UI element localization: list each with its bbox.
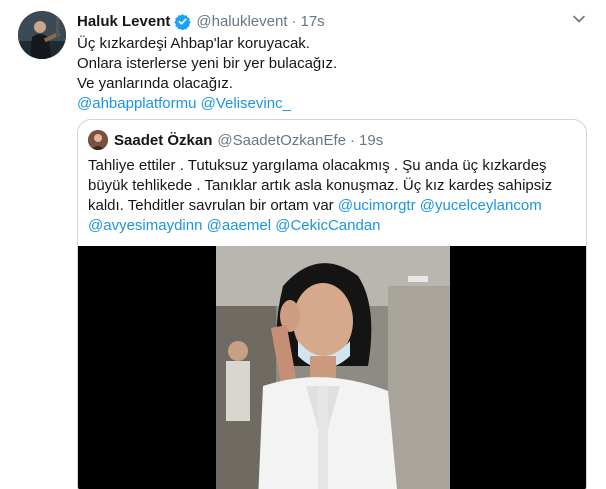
- mention-link[interactable]: @avyesimaydinn: [88, 217, 202, 234]
- quoted-line: Tahliye ettiler . Tutuksuz yargılama ola…: [88, 157, 547, 174]
- video-player[interactable]: [78, 246, 586, 489]
- quoted-tweet[interactable]: Saadet Özkan @SaadetOzkanEfe · 19s Tahli…: [77, 119, 587, 489]
- mention-link[interactable]: @Velisevinc_: [201, 95, 291, 112]
- mention-link[interactable]: @CekicCandan: [275, 217, 380, 234]
- quoted-author-name[interactable]: Saadet Özkan: [114, 132, 212, 149]
- tweet: Haluk Levent @haluklevent · 17s Üç kızka…: [0, 0, 606, 489]
- quoted-tweet-body: Tahliye ettiler . Tutuksuz yargılama ola…: [88, 156, 578, 236]
- mention-link[interactable]: @yucelceylancom: [420, 197, 542, 214]
- separator-dot: ·: [350, 131, 356, 149]
- tweet-mentions-line: @ahbapplatformu @Velisevinc_: [77, 94, 587, 114]
- quoted-line-text: kaldı. Tehditler savrulan bir ortam var: [88, 197, 338, 214]
- tweet-line: Onlara isterlerse yeni bir yer bulacağız…: [77, 55, 338, 72]
- tweet-timestamp[interactable]: 17s: [301, 13, 325, 30]
- verified-badge-icon: [174, 13, 192, 30]
- quoted-timestamp[interactable]: 19s: [359, 132, 383, 149]
- quoted-author-handle[interactable]: @SaadetOzkanEfe: [217, 132, 346, 149]
- mention-link[interactable]: @aaemel: [207, 217, 271, 234]
- quoted-line: büyük tehlikede . Tanıklar artık asla ko…: [88, 177, 553, 194]
- tweet-line: Üç kızkardeşi Ahbap'lar koruyacak.: [77, 35, 310, 52]
- author-avatar[interactable]: [18, 11, 66, 59]
- author-handle[interactable]: @haluklevent: [196, 13, 287, 30]
- mention-link[interactable]: @ahbapplatformu: [77, 95, 196, 112]
- quoted-tweet-header: Saadet Özkan @SaadetOzkanEfe · 19s: [88, 129, 383, 151]
- author-name[interactable]: Haluk Levent: [77, 13, 170, 30]
- tweet-line: Ve yanlarında olacağız.: [77, 75, 233, 92]
- chevron-down-icon[interactable]: [570, 12, 588, 26]
- mention-link[interactable]: @ucimorgtr: [338, 197, 416, 214]
- tweet-body: Üç kızkardeşi Ahbap'lar koruyacak. Onlar…: [77, 34, 587, 114]
- separator-dot: ·: [291, 12, 297, 30]
- tweet-header: Haluk Levent @haluklevent · 17s: [77, 11, 325, 31]
- quoted-author-avatar[interactable]: [88, 130, 108, 150]
- quoted-line: kaldı. Tehditler savrulan bir ortam var …: [88, 196, 578, 216]
- quoted-mentions-line: @avyesimaydinn @aaemel @CekicCandan: [88, 216, 578, 236]
